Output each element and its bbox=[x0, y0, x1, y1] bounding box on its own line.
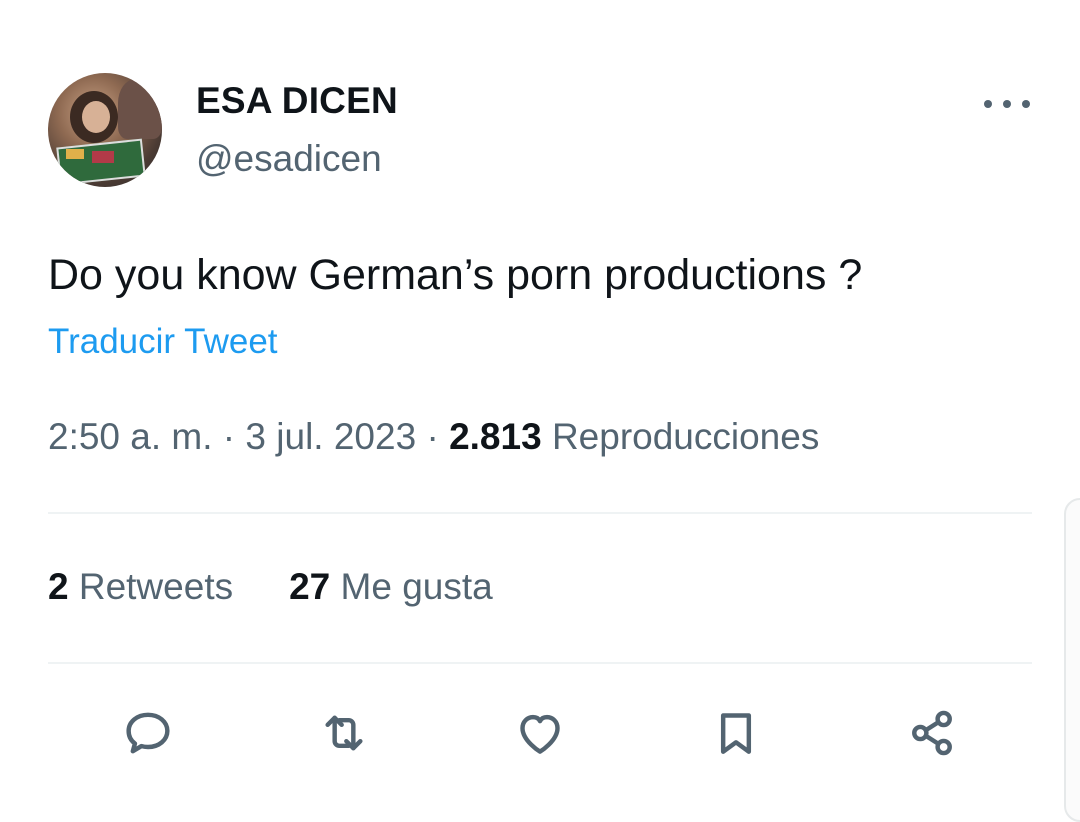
display-name[interactable]: ESA DICEN bbox=[196, 80, 398, 122]
tweet-date[interactable]: 3 jul. 2023 bbox=[245, 416, 416, 457]
retweets-stat[interactable]: 2 Retweets bbox=[48, 566, 233, 607]
share-icon[interactable] bbox=[904, 705, 960, 761]
avatar[interactable] bbox=[48, 73, 162, 187]
meta-separator: · bbox=[212, 416, 246, 457]
retweets-label: Retweets bbox=[78, 566, 234, 607]
likes-label: Me gusta bbox=[340, 566, 493, 607]
retweet-icon[interactable] bbox=[316, 705, 372, 761]
tweet-time[interactable]: 2:50 a. m. bbox=[48, 416, 213, 457]
likes-stat[interactable]: 27 Me gusta bbox=[289, 566, 493, 607]
edge-panel bbox=[1064, 498, 1080, 822]
translate-tweet-link[interactable]: Traducir Tweet bbox=[48, 322, 278, 362]
tweet-metadata: 2:50 a. m. · 3 jul. 2023 · 2.813 Reprodu… bbox=[48, 416, 819, 458]
like-icon[interactable] bbox=[512, 705, 568, 761]
tweet-text: Do you know German’s porn productions ? bbox=[48, 251, 863, 299]
bookmark-icon[interactable] bbox=[708, 705, 764, 761]
divider bbox=[48, 662, 1032, 664]
views-label: Reproducciones bbox=[551, 416, 820, 457]
meta-separator: · bbox=[416, 416, 450, 457]
divider bbox=[48, 512, 1032, 514]
retweets-count: 2 bbox=[48, 566, 69, 607]
more-horizontal-icon[interactable] bbox=[984, 92, 1030, 116]
likes-count: 27 bbox=[289, 566, 331, 607]
reply-icon[interactable] bbox=[120, 705, 176, 761]
user-handle[interactable]: @esadicen bbox=[196, 138, 382, 180]
engagement-stats: 2 Retweets 27 Me gusta bbox=[48, 566, 493, 608]
views-count: 2.813 bbox=[449, 416, 542, 457]
